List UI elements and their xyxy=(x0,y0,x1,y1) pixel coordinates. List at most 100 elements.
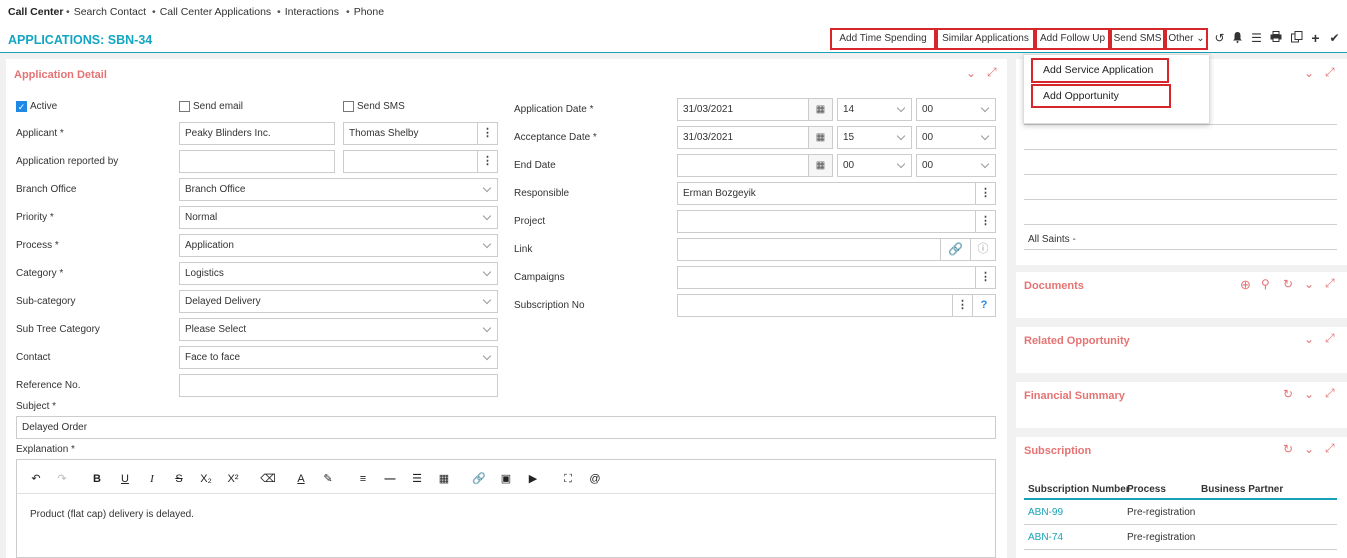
send-email-checkbox[interactable] xyxy=(179,101,190,112)
italic-icon[interactable]: I xyxy=(143,472,161,486)
contact-select[interactable]: Face to face xyxy=(179,346,498,369)
info-icon[interactable]: ⓘ xyxy=(971,238,996,261)
list-icon[interactable]: ☰ xyxy=(1249,31,1264,46)
category-select[interactable]: Logistics xyxy=(179,262,498,285)
redo-icon[interactable]: ↷ xyxy=(53,472,71,486)
add-follow-up-button[interactable]: Add Follow Up xyxy=(1035,28,1110,50)
link-icon[interactable]: 🔗 xyxy=(470,472,488,486)
check-icon[interactable]: ✔ xyxy=(1327,31,1342,46)
eraser-icon[interactable]: ⌫ xyxy=(259,472,277,486)
priority-select[interactable]: Normal xyxy=(179,206,498,229)
other-menu-button[interactable]: Other ⌄ xyxy=(1165,28,1208,50)
add-time-spending-button[interactable]: Add Time Spending xyxy=(830,28,936,50)
expand-icon[interactable]: ⤢ xyxy=(1325,386,1335,401)
campaigns-more-icon[interactable]: ⋮ xyxy=(976,266,996,289)
subscription-number-link[interactable]: ABN-99 xyxy=(1028,507,1063,518)
print-icon[interactable] xyxy=(1268,31,1283,46)
project-input[interactable] xyxy=(677,210,976,233)
plus-icon[interactable]: + xyxy=(1308,31,1323,46)
mention-icon[interactable]: @ xyxy=(586,472,604,486)
project-more-icon[interactable]: ⋮ xyxy=(976,210,996,233)
calendar-icon[interactable]: ▦ xyxy=(809,154,833,177)
chevron-down-icon[interactable]: ⌄ xyxy=(1304,277,1314,291)
subscription-number-link[interactable]: ABN-74 xyxy=(1028,532,1063,543)
copy-icon[interactable] xyxy=(1289,31,1304,46)
calendar-icon[interactable]: ▦ xyxy=(809,126,833,149)
refresh-icon[interactable]: ↻ xyxy=(1283,442,1293,456)
responsible-input[interactable]: Erman Bozgeyik xyxy=(677,182,976,205)
subscription-no-input[interactable] xyxy=(677,294,953,317)
expand-icon[interactable]: ⤢ xyxy=(1325,441,1335,456)
search-icon[interactable]: ⚲ xyxy=(1261,277,1270,291)
bell-icon[interactable] xyxy=(1230,31,1245,46)
calendar-icon[interactable]: ▦ xyxy=(809,98,833,121)
nav-call-center-applications[interactable]: Call Center Applications xyxy=(152,6,271,18)
reported-by-input[interactable] xyxy=(179,150,335,173)
fullscreen-icon[interactable]: ⛶ xyxy=(559,472,577,486)
nav-brand[interactable]: Call Center xyxy=(8,6,63,18)
image-icon[interactable]: ▣ xyxy=(497,472,515,486)
chevron-down-icon[interactable]: ⌄ xyxy=(1304,66,1314,80)
link-icon[interactable]: 🔗 xyxy=(941,238,971,261)
subject-input[interactable]: Delayed Order xyxy=(16,416,996,439)
end-minute-select[interactable]: 00 xyxy=(916,154,996,177)
subscript-icon[interactable]: X₂ xyxy=(197,472,215,486)
refresh-icon[interactable]: ↻ xyxy=(1283,277,1293,291)
campaigns-input[interactable] xyxy=(677,266,976,289)
expand-icon[interactable]: ⤢ xyxy=(1325,276,1335,291)
expand-icon[interactable]: ⤢ xyxy=(987,65,997,80)
chevron-down-icon[interactable]: ⌄ xyxy=(1304,442,1314,456)
link-input[interactable] xyxy=(677,238,941,261)
sub-tree-category-select[interactable]: Please Select xyxy=(179,318,498,341)
send-sms-button[interactable]: Send SMS xyxy=(1110,28,1165,50)
applicant-company-input[interactable]: Peaky Blinders Inc. xyxy=(179,122,335,145)
add-service-application-item[interactable]: Add Service Application xyxy=(1031,58,1169,83)
similar-applications-button[interactable]: Similar Applications xyxy=(936,28,1035,50)
nav-search-contact[interactable]: Search Contact xyxy=(66,6,146,18)
horizontal-line-icon[interactable]: — xyxy=(381,472,399,486)
reference-input[interactable] xyxy=(179,374,498,397)
responsible-more-icon[interactable]: ⋮ xyxy=(976,182,996,205)
acceptance-minute-select[interactable]: 00 xyxy=(916,126,996,149)
highlight-icon[interactable]: ✎ xyxy=(319,472,337,486)
applicant-person-input[interactable]: Thomas Shelby xyxy=(343,122,478,145)
table-icon[interactable]: ▦ xyxy=(435,472,453,486)
reported-by-more-icon[interactable]: ⋮ xyxy=(478,150,498,173)
help-icon[interactable]: ? xyxy=(973,294,996,317)
applicant-more-icon[interactable]: ⋮ xyxy=(478,122,498,145)
reported-by-person-input[interactable] xyxy=(343,150,478,173)
application-hour-select[interactable]: 14 xyxy=(837,98,912,121)
branch-office-select[interactable]: Branch Office xyxy=(179,178,498,201)
chevron-down-icon[interactable]: ⌄ xyxy=(1304,332,1314,346)
end-date-input[interactable] xyxy=(677,154,809,177)
underline-icon[interactable]: U xyxy=(116,472,134,486)
superscript-icon[interactable]: X² xyxy=(224,472,242,486)
bold-icon[interactable]: B xyxy=(88,472,106,486)
expand-icon[interactable]: ⤢ xyxy=(1325,65,1335,80)
chevron-down-icon[interactable]: ⌄ xyxy=(966,66,976,80)
process-select[interactable]: Application xyxy=(179,234,498,257)
send-sms-checkbox[interactable] xyxy=(343,101,354,112)
end-hour-select[interactable]: 00 xyxy=(837,154,912,177)
list-icon[interactable]: ☰ xyxy=(408,472,426,486)
nav-interactions[interactable]: Interactions xyxy=(277,6,339,18)
chevron-down-icon[interactable]: ⌄ xyxy=(1304,387,1314,401)
acceptance-date-input[interactable]: 31/03/2021 xyxy=(677,126,809,149)
acceptance-hour-select[interactable]: 15 xyxy=(837,126,912,149)
video-icon[interactable]: ▶ xyxy=(524,472,542,486)
font-color-icon[interactable]: A xyxy=(292,472,310,486)
column-header-process[interactable]: Process xyxy=(1127,484,1166,495)
expand-icon[interactable]: ⤢ xyxy=(1325,331,1335,346)
nav-phone[interactable]: Phone xyxy=(346,6,384,18)
application-date-input[interactable]: 31/03/2021 xyxy=(677,98,809,121)
undo-icon[interactable]: ↶ xyxy=(27,472,45,486)
strikethrough-icon[interactable]: S xyxy=(170,472,188,486)
add-circle-icon[interactable]: ⊕ xyxy=(1240,277,1251,293)
subcategory-select[interactable]: Delayed Delivery xyxy=(179,290,498,313)
application-minute-select[interactable]: 00 xyxy=(916,98,996,121)
align-left-icon[interactable]: ≡ xyxy=(354,472,372,486)
add-opportunity-item[interactable]: Add Opportunity xyxy=(1031,84,1171,108)
column-header-subscription-number[interactable]: Subscription Number xyxy=(1028,484,1130,495)
refresh-icon[interactable]: ↻ xyxy=(1283,387,1293,401)
active-checkbox[interactable]: ✓ xyxy=(16,101,27,112)
